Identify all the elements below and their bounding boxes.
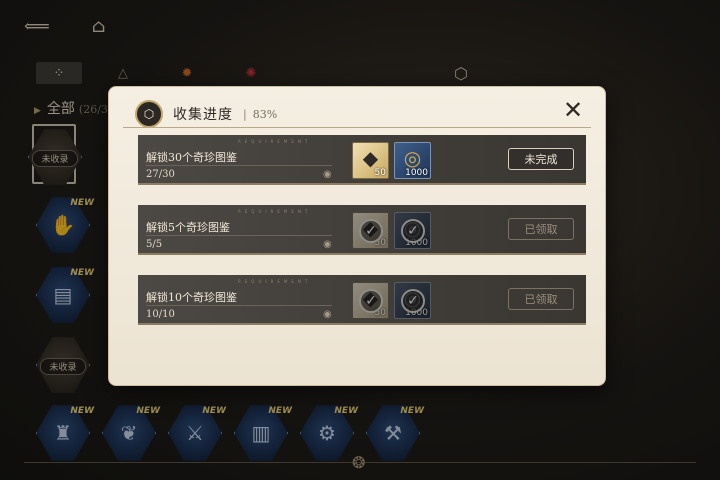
reward-gold-coin[interactable]: ◎1000✓ — [394, 282, 431, 319]
modal-header: ⬡ 收集进度 | 83% ✕ — [135, 98, 589, 129]
check-icon: ✓ — [359, 219, 383, 243]
requirement-label: 解锁10个奇珍图鉴 — [146, 291, 237, 304]
header-divider — [123, 127, 591, 128]
reward-crystal[interactable]: ◆50✓ — [352, 282, 389, 319]
title-separator: | — [243, 107, 247, 121]
close-icon[interactable]: ✕ — [561, 98, 585, 123]
reward-gold-coin[interactable]: ◎ 1000 — [394, 142, 431, 179]
requirement-label: 解锁30个奇珍图鉴 — [146, 151, 237, 164]
gold-coin-icon: ◎ — [403, 146, 422, 170]
check-icon: ✓ — [401, 289, 425, 313]
requirement-label: 解锁5个奇珍图鉴 — [146, 221, 230, 234]
requirement-progress: 5/5 — [146, 239, 163, 250]
check-icon: ✓ — [359, 289, 383, 313]
requirement-progress: 10/10 — [146, 309, 175, 320]
row-divider — [146, 305, 332, 306]
requirement-progress: 27/30 — [146, 169, 175, 180]
incomplete-button[interactable]: 未完成 — [508, 148, 574, 170]
crystal-icon: ◆ — [362, 146, 379, 170]
requirement-row: REQUIREMENT 解锁30个奇珍图鉴 27/30 ◉ ◆ 50 ◎ 1000 未完成 — [138, 135, 586, 185]
requirement-row: REQUIREMENT 解锁5个奇珍图鉴 5/5 ◉ ◆50✓◎1000✓ 已领取 — [138, 205, 586, 255]
row-decoration: REQUIREMENT — [238, 209, 312, 214]
collection-progress-modal: ⬡ 收集进度 | 83% ✕ REQUIREMENT 解锁30个奇珍图鉴 27/30… — [108, 86, 606, 386]
modal-title: 收集进度 — [173, 107, 233, 123]
eye-icon[interactable]: ◉ — [323, 309, 332, 320]
reward-crystal[interactable]: ◆50✓ — [352, 212, 389, 249]
claimed-button[interactable]: 已领取 — [508, 218, 574, 240]
reward-quantity: 50 — [374, 168, 386, 178]
reward-gold-coin[interactable]: ◎1000✓ — [394, 212, 431, 249]
claimed-button[interactable]: 已领取 — [508, 288, 574, 310]
eye-icon[interactable]: ◉ — [323, 239, 332, 250]
row-divider — [146, 235, 332, 236]
requirement-row: REQUIREMENT 解锁10个奇珍图鉴 10/10 ◉ ◆50✓◎1000✓ 已领取 — [138, 275, 586, 325]
row-divider — [146, 165, 332, 166]
row-decoration: REQUIREMENT — [238, 279, 312, 284]
row-decoration: REQUIREMENT — [238, 139, 312, 144]
cube-badge-icon: ⬡ — [135, 100, 163, 128]
progress-percent: 83% — [252, 107, 278, 121]
eye-icon[interactable]: ◉ — [323, 169, 332, 180]
check-icon: ✓ — [401, 219, 425, 243]
reward-crystal[interactable]: ◆ 50 — [352, 142, 389, 179]
reward-quantity: 1000 — [405, 168, 428, 178]
